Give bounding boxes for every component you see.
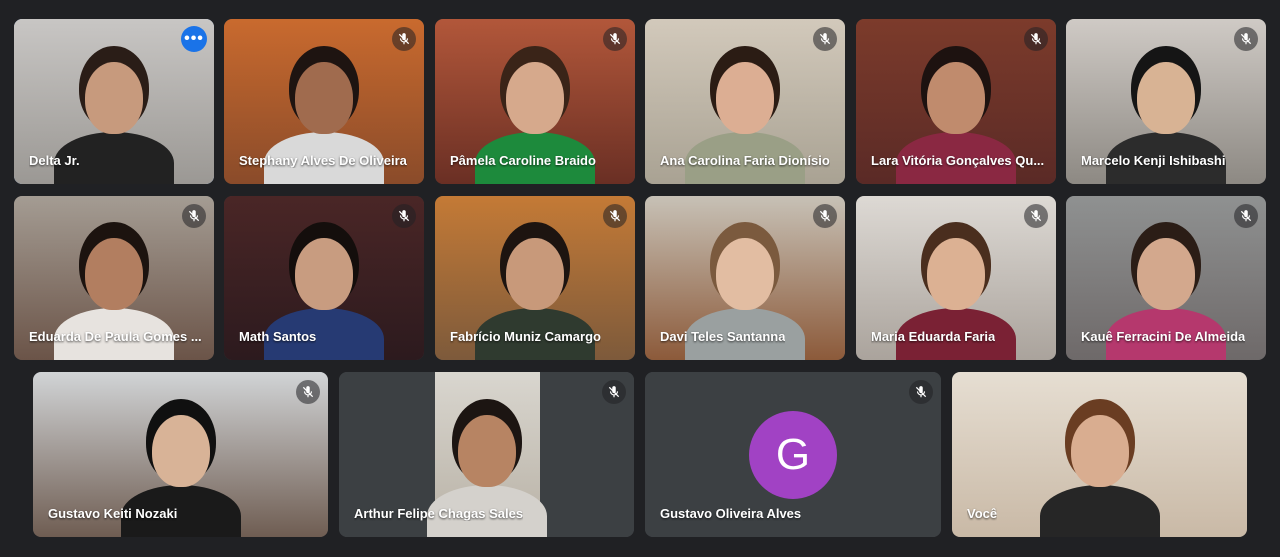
participant-tile[interactable]: Arthur Felipe Chagas Sales: [339, 372, 634, 537]
participant-name: Gustavo Keiti Nozaki: [48, 506, 178, 521]
mic-off-icon: [1024, 27, 1048, 51]
participant-name: Delta Jr.: [29, 153, 80, 168]
participant-name: Você: [967, 506, 998, 521]
mic-off-icon: [602, 380, 626, 404]
participant-tile[interactable]: Lara Vitória Gonçalves Qu...: [856, 19, 1056, 184]
participant-tile[interactable]: Pâmela Caroline Braido: [435, 19, 635, 184]
participant-tile[interactable]: Davi Teles Santanna: [645, 196, 845, 360]
participant-name: Stephany Alves De Oliveira: [239, 153, 407, 168]
participant-tile[interactable]: G Gustavo Oliveira Alves: [645, 372, 941, 537]
participant-name: Fabrício Muniz Camargo: [450, 329, 601, 344]
participants-grid: ••• Delta Jr. Stephany Alves De Oliveira Pâ…: [0, 0, 1280, 557]
participant-tile[interactable]: Maria Eduarda Faria: [856, 196, 1056, 360]
participant-tile[interactable]: Fabrício Muniz Camargo: [435, 196, 635, 360]
mic-off-icon: [392, 27, 416, 51]
participant-avatar: G: [749, 410, 837, 499]
mic-off-icon: [1234, 27, 1258, 51]
participant-name: Arthur Felipe Chagas Sales: [354, 506, 524, 521]
participant-tile[interactable]: Marcelo Kenji Ishibashi: [1066, 19, 1266, 184]
mic-off-icon: [909, 380, 933, 404]
participant-tile[interactable]: ••• Delta Jr.: [14, 19, 214, 184]
participant-name: Kauê Ferracini De Almeida: [1081, 329, 1246, 344]
participant-tile[interactable]: Kauê Ferracini De Almeida: [1066, 196, 1266, 360]
participant-tile[interactable]: Stephany Alves De Oliveira: [224, 19, 424, 184]
participant-tile[interactable]: Você: [952, 372, 1247, 537]
mic-off-icon: [392, 204, 416, 228]
more-options-icon[interactable]: •••: [181, 26, 207, 52]
participant-tile[interactable]: Gustavo Keiti Nozaki: [33, 372, 328, 537]
participant-name: Maria Eduarda Faria: [871, 329, 996, 344]
participant-tile[interactable]: Ana Carolina Faria Dionísio: [645, 19, 845, 184]
mic-off-icon: [296, 380, 320, 404]
participant-name: Marcelo Kenji Ishibashi: [1081, 153, 1226, 168]
participant-name: Ana Carolina Faria Dionísio: [660, 153, 830, 168]
participant-name: Lara Vitória Gonçalves Qu...: [871, 153, 1045, 168]
mic-off-icon: [182, 204, 206, 228]
mic-off-icon: [1024, 204, 1048, 228]
participant-name: Pâmela Caroline Braido: [450, 153, 596, 168]
participant-name: Davi Teles Santanna: [660, 329, 786, 344]
participant-tile[interactable]: Eduarda De Paula Gomes ...: [14, 196, 214, 360]
participant-figure: [1039, 397, 1160, 537]
mic-off-icon: [603, 27, 627, 51]
participant-name: Eduarda De Paula Gomes ...: [29, 329, 202, 344]
participant-name: Math Santos: [239, 329, 317, 344]
mic-off-icon: [813, 204, 837, 228]
mic-off-icon: [603, 204, 627, 228]
participant-tile[interactable]: Math Santos: [224, 196, 424, 360]
participant-name: Gustavo Oliveira Alves: [660, 506, 802, 521]
mic-off-icon: [1234, 204, 1258, 228]
mic-off-icon: [813, 27, 837, 51]
